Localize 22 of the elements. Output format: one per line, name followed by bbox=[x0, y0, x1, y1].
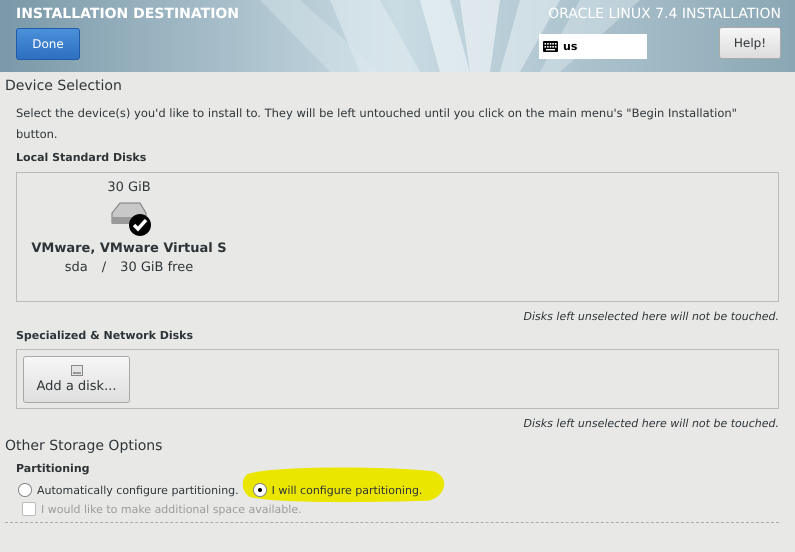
keyboard-icon bbox=[543, 41, 558, 52]
group-label: Partitioning bbox=[16, 462, 91, 475]
section-heading: Device Selection bbox=[5, 78, 123, 94]
group-label: Specialized & Network Disks bbox=[16, 329, 194, 342]
hint-text: Disks left unselected here will not be touched. bbox=[524, 417, 779, 430]
disk-name: VMware, VMware Virtual S bbox=[31, 241, 227, 256]
device-name: sda bbox=[64, 260, 88, 275]
section-heading: Other Storage Options bbox=[5, 438, 164, 454]
radio-button[interactable] bbox=[18, 483, 32, 497]
hint-text: Disks left unselected here will not be touched. bbox=[524, 310, 779, 323]
group-label: Local Standard Disks bbox=[16, 151, 148, 164]
done-button[interactable]: Done bbox=[16, 28, 80, 60]
free-space: 30 GiB free bbox=[120, 260, 194, 275]
help-button[interactable]: Help! bbox=[719, 26, 781, 58]
screen-title: INSTALLATION DESTINATION bbox=[16, 6, 240, 22]
option-label[interactable]: Automatically configure partitioning. bbox=[37, 484, 239, 496]
add-disk-button[interactable]: Add a disk... bbox=[23, 356, 130, 403]
disk-size: 30 GiB bbox=[107, 180, 151, 195]
instructions-text: Select the device(s) you'd like to install to. They will be left untouched until you click on the main menu's "Begin Installation" button. bbox=[16, 105, 738, 143]
product-title: ORACLE LINUX 7.4 INSTALLATION bbox=[548, 6, 781, 22]
keyboard-layout-field[interactable]: us bbox=[539, 34, 647, 59]
separator-text: / bbox=[102, 260, 106, 275]
